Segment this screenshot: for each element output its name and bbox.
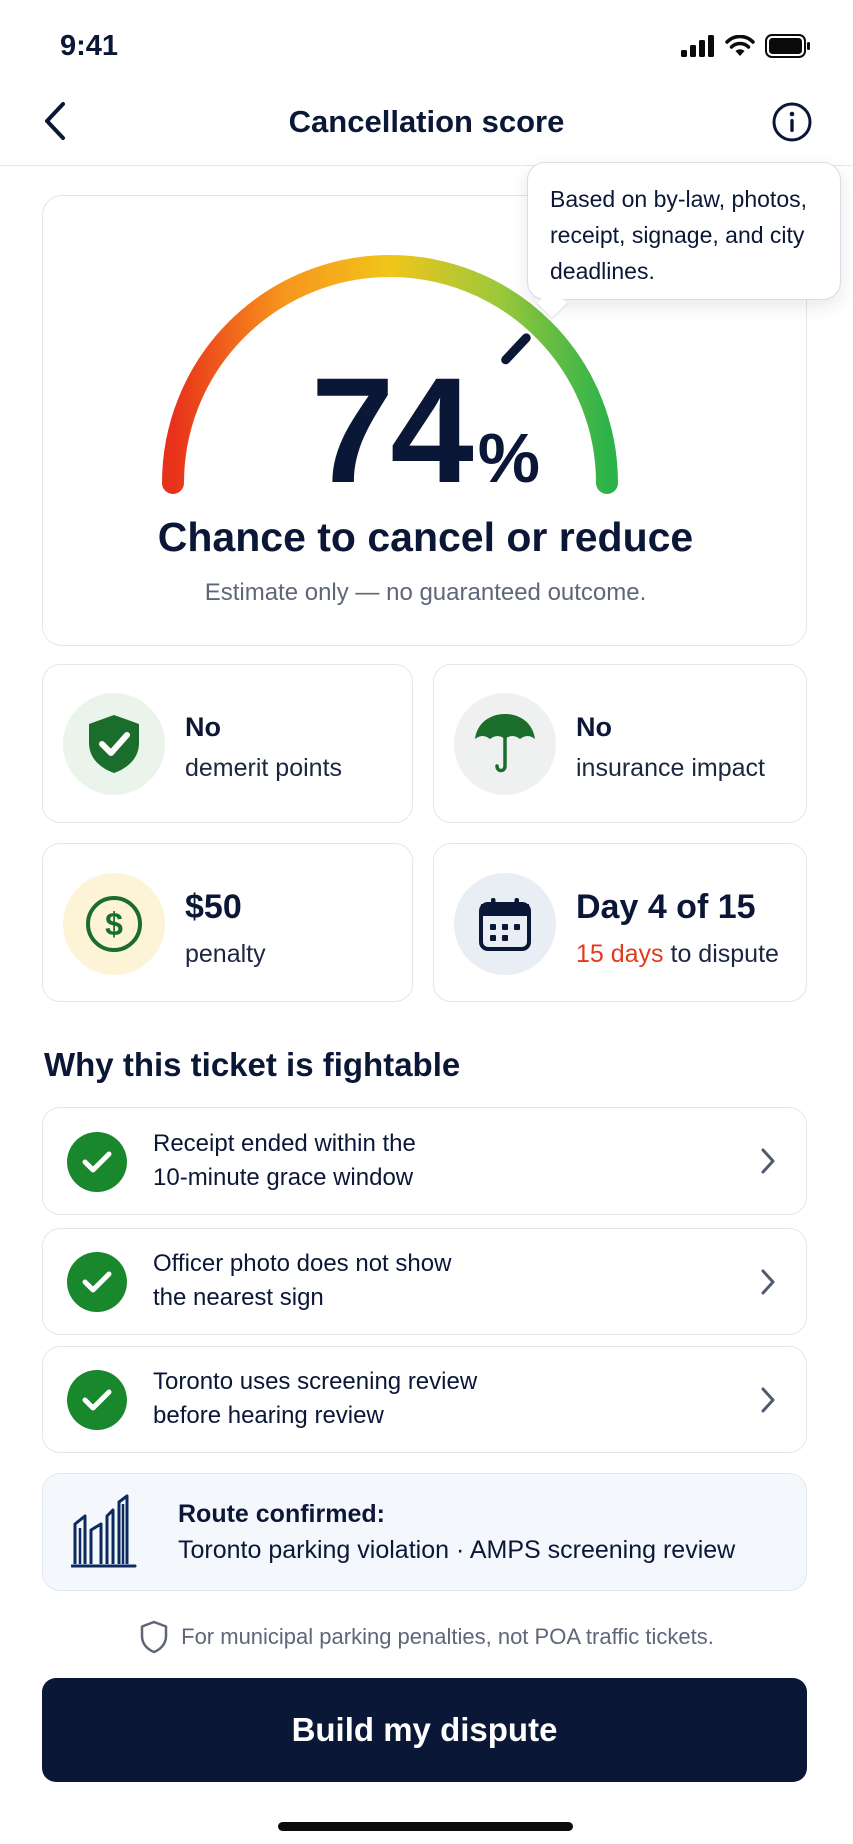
penalty-label: penalty	[185, 940, 266, 968]
home-indicator	[278, 1822, 573, 1831]
status-bar: 9:41	[0, 0, 853, 92]
wifi-icon	[725, 35, 755, 56]
check-circle-icon	[67, 1370, 127, 1430]
battery-icon	[765, 34, 810, 58]
nav-bar: Cancellation score	[0, 92, 853, 166]
info-icon	[772, 102, 812, 142]
page-title: Cancellation score	[288, 104, 565, 139]
penalty-amount: $50	[185, 888, 242, 926]
insurance-line2: insurance impact	[576, 754, 765, 782]
insurance-icon-circle	[454, 693, 556, 795]
info-button[interactable]	[769, 99, 815, 145]
demerit-line2: demerit points	[185, 754, 343, 782]
insurance-card: No insurance impact	[433, 664, 807, 823]
score-value: 74%	[43, 344, 808, 517]
calendar-icon	[479, 898, 531, 951]
info-tooltip: Based on by-law, photos, receipt, signag…	[527, 162, 841, 300]
svg-text:$: $	[105, 906, 123, 942]
deadline-card: Day 4 of 15 15 days to dispute	[433, 843, 807, 1002]
deadline-icon-circle	[454, 873, 556, 975]
deadline-subtitle: 15 days to dispute	[576, 940, 779, 969]
shield-outline-icon	[140, 1620, 168, 1654]
reason-item-officer-photo[interactable]: Officer photo does not show the nearest …	[42, 1228, 807, 1335]
check-circle-icon	[67, 1132, 127, 1192]
build-dispute-button[interactable]: Build my dispute	[42, 1678, 807, 1782]
demerit-card: No demerit points	[42, 664, 413, 823]
dollar-icon: $	[86, 896, 142, 952]
penalty-card: $ $50 penalty	[42, 843, 413, 1002]
reason-line1: Officer photo does not show	[153, 1250, 452, 1277]
status-time: 9:41	[60, 30, 119, 62]
reason-text: Officer photo does not show the nearest …	[153, 1247, 451, 1315]
check-circle-icon	[67, 1252, 127, 1312]
route-detail: Toronto parking violation · AMPS screeni…	[178, 1536, 736, 1564]
footnote: For municipal parking penalties, not POA…	[0, 1620, 853, 1654]
footnote-text: For municipal parking penalties, not POA…	[181, 1624, 714, 1649]
reason-line2: before hearing review	[153, 1402, 384, 1429]
umbrella-icon	[475, 714, 535, 773]
penalty-icon-circle: $	[63, 873, 165, 975]
reason-line2: the nearest sign	[153, 1284, 324, 1311]
demerit-icon-circle	[63, 693, 165, 795]
demerit-line1: No	[185, 712, 221, 742]
reason-item-grace-window[interactable]: Receipt ended within the 10-minute grace…	[42, 1107, 807, 1215]
chevron-right-icon	[756, 1265, 780, 1299]
reason-line1: Toronto uses screening review	[153, 1368, 478, 1395]
status-icons	[681, 34, 811, 58]
route-card: Route confirmed: Toronto parking violati…	[42, 1473, 807, 1591]
route-title: Route confirmed:	[178, 1500, 385, 1528]
score-number: 74	[310, 346, 474, 514]
city-skyline-icon	[71, 1494, 137, 1568]
chevron-right-icon	[756, 1383, 780, 1417]
reason-text: Receipt ended within the 10-minute grace…	[153, 1127, 416, 1195]
chevron-right-icon	[756, 1144, 780, 1178]
deadline-title: Day 4 of 15	[576, 888, 756, 926]
score-caption: Chance to cancel or reduce	[157, 514, 694, 560]
deadline-suffix: to dispute	[663, 940, 779, 968]
insurance-line1: No	[576, 712, 612, 742]
reason-text: Toronto uses screening review before hea…	[153, 1365, 477, 1433]
score-disclaimer: Estimate only — no guaranteed outcome.	[204, 579, 647, 606]
shield-check-icon	[89, 715, 139, 773]
deadline-days: 15 days	[576, 940, 664, 968]
reason-line2: 10-minute grace window	[153, 1164, 414, 1191]
score-unit: %	[477, 419, 541, 497]
reason-item-screening-review[interactable]: Toronto uses screening review before hea…	[42, 1346, 807, 1453]
reason-line1: Receipt ended within the	[153, 1130, 416, 1157]
reasons-heading: Why this ticket is fightable	[44, 1046, 461, 1083]
signal-icon	[681, 35, 714, 57]
